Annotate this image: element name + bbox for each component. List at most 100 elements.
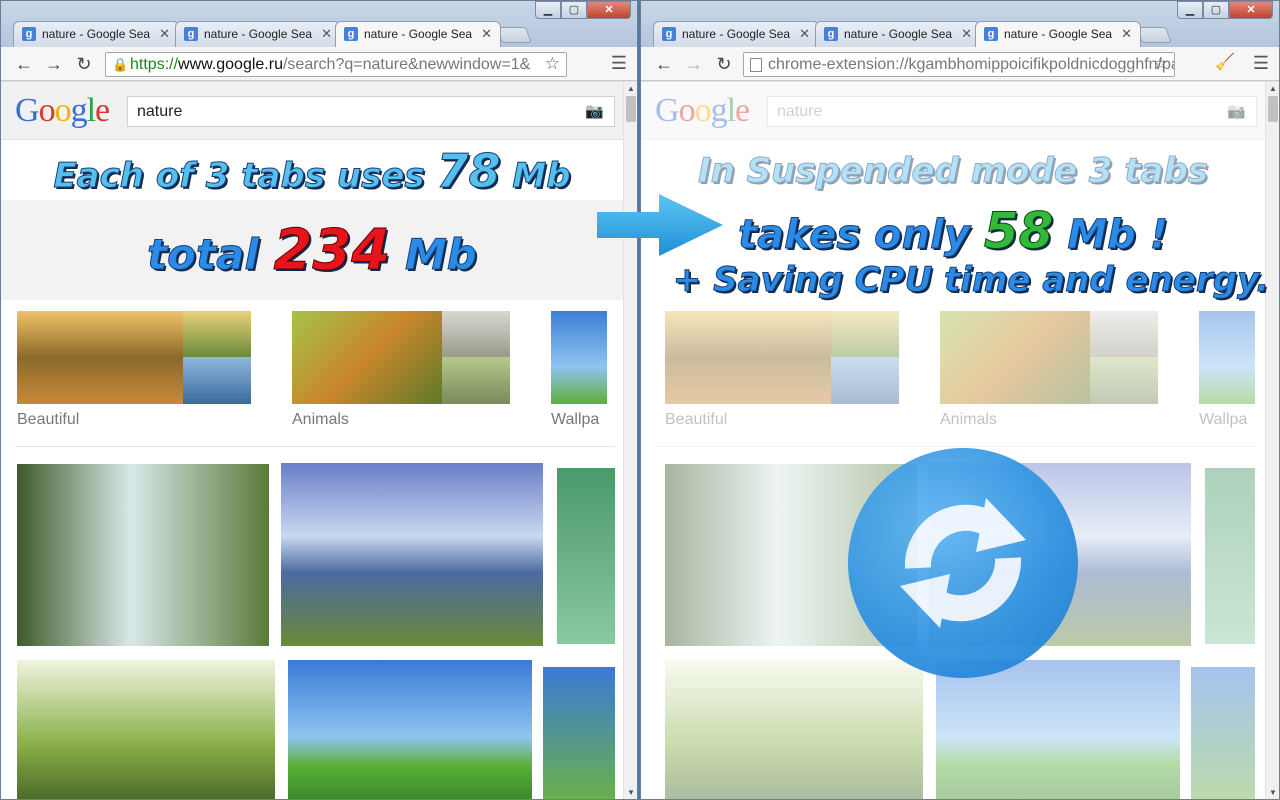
reload-icon[interactable]: ↻ (713, 53, 735, 75)
address-bar[interactable]: 🔒 https://www.google.ru/search?q=nature&… (105, 52, 567, 77)
banner-line-2: total 234 Mb (1, 218, 623, 284)
tab-close-icon[interactable]: ✕ (321, 26, 332, 42)
google-logo[interactable]: Google (655, 92, 750, 130)
scrollbar[interactable]: ▲ ▼ (623, 82, 637, 799)
banner-exclamation: ! (1149, 212, 1168, 259)
toolbar: ← → ↻ chrome-extension://kgambhomippoici… (641, 47, 1279, 81)
result-image[interactable] (557, 468, 615, 644)
tab-1[interactable]: g nature - Google Sea ✕ (653, 21, 819, 47)
new-tab-button[interactable] (1136, 27, 1172, 43)
camera-icon[interactable]: 📷 (1227, 102, 1246, 120)
category-wallpapers[interactable]: Wallpa (1199, 311, 1255, 429)
banner-number: 78 (436, 144, 501, 199)
menu-icon[interactable]: ☰ (1253, 53, 1269, 74)
menu-icon[interactable]: ☰ (611, 53, 627, 74)
left-browser-window: g nature - Google Sea ✕ g nature - Google S… (0, 0, 638, 800)
google-favicon-icon: g (22, 27, 36, 41)
banner-text: takes only (738, 212, 971, 259)
maximize-button[interactable]: ▢ (561, 1, 587, 19)
page-icon (750, 58, 762, 72)
google-favicon-icon: g (662, 27, 676, 41)
google-header: Google nature 📷 (641, 82, 1279, 140)
toolbar: ← → ↻ 🔒 https://www.google.ru/search?q=n… (1, 47, 637, 81)
maximize-button[interactable]: ▢ (1203, 1, 1229, 19)
back-arrow-icon[interactable]: ← (13, 53, 35, 75)
banner-unit: Mb (405, 230, 478, 280)
tab-close-icon[interactable]: ✕ (159, 26, 170, 42)
star-icon[interactable]: ☆ (545, 54, 560, 74)
tab-title: nature - Google Sea (42, 27, 151, 41)
category-beautiful[interactable]: Beautiful (17, 311, 251, 429)
tab-close-icon[interactable]: ✕ (799, 26, 810, 42)
category-label: Wallpa (1199, 411, 1248, 428)
category-wallpapers[interactable]: Wallpa (551, 311, 607, 429)
suspended-number: 58 (983, 202, 1054, 261)
divider (655, 446, 1257, 447)
tab-title: nature - Google Sea (364, 27, 473, 41)
category-animals[interactable]: Animals (292, 311, 510, 429)
tab-2[interactable]: g nature - Google Sea ✕ (175, 21, 341, 47)
close-window-button[interactable]: ✕ (587, 1, 631, 19)
category-label: Beautiful (17, 411, 80, 428)
banner-text: Each of 3 tabs uses (53, 156, 425, 197)
tab-3-active[interactable]: g nature - Google Sea ✕ (335, 21, 501, 47)
google-favicon-icon: g (344, 27, 358, 41)
tab-title: nature - Google Sea (844, 27, 953, 41)
forward-arrow-icon[interactable]: → (683, 53, 705, 75)
tab-close-icon[interactable]: ✕ (481, 26, 492, 42)
total-number: 234 (273, 218, 391, 284)
result-image[interactable] (281, 463, 543, 646)
refresh-arrows-icon (900, 498, 1026, 628)
banner-line-3: + Saving CPU time and energy. (641, 260, 1269, 301)
result-image[interactable] (665, 660, 923, 799)
result-image[interactable] (1191, 667, 1255, 799)
category-label: Animals (292, 411, 349, 428)
category-beautiful[interactable]: Beautiful (665, 311, 899, 429)
extension-icon[interactable]: 🧹 (1215, 52, 1235, 72)
banner-text: total (147, 230, 260, 280)
banner-text: In Suspended mode 3 tabs (697, 151, 1209, 192)
result-image[interactable] (1205, 468, 1255, 644)
google-favicon-icon: g (824, 27, 838, 41)
address-bar[interactable]: chrome-extension://kgambhomippoicifikpol… (743, 52, 1175, 77)
search-input[interactable]: nature 📷 (127, 96, 615, 127)
category-label: Beautiful (665, 411, 728, 428)
url-scheme: https:// (130, 56, 179, 73)
google-favicon-icon: g (984, 27, 998, 41)
reload-icon[interactable]: ↻ (73, 53, 95, 75)
google-header: Google nature 📷 (1, 82, 637, 140)
title-bar: g nature - Google Sea ✕ g nature - Google S… (641, 1, 1279, 47)
page-content: Google nature 📷 Each of 3 tabs uses 78 Mb… (1, 82, 637, 799)
category-label: Animals (940, 411, 997, 428)
result-image[interactable] (288, 660, 532, 799)
result-image[interactable] (17, 660, 275, 799)
google-logo[interactable]: Google (15, 92, 110, 130)
url-text: chrome-extension://kgambhomippoicifikpol… (768, 56, 1175, 73)
google-favicon-icon: g (184, 27, 198, 41)
star-icon[interactable]: ☆ (1153, 54, 1168, 74)
reload-circle-icon[interactable] (848, 448, 1078, 678)
right-browser-window: g nature - Google Sea ✕ g nature - Google S… (640, 0, 1280, 800)
minimize-button[interactable]: ▁ (1177, 1, 1203, 19)
search-value: nature (777, 103, 823, 120)
minimize-button[interactable]: ▁ (535, 1, 561, 19)
camera-icon[interactable]: 📷 (585, 102, 604, 120)
banner-line-1: In Suspended mode 3 tabs (641, 142, 1265, 200)
url-path: /search?q=nature&newwindow=1& (282, 56, 531, 73)
result-image[interactable] (543, 667, 615, 799)
back-arrow-icon[interactable]: ← (653, 53, 675, 75)
tab-3-active[interactable]: g nature - Google Sea ✕ (975, 21, 1141, 47)
result-image[interactable] (17, 464, 269, 646)
forward-arrow-icon[interactable]: → (43, 53, 65, 75)
tab-close-icon[interactable]: ✕ (961, 26, 972, 42)
tab-2[interactable]: g nature - Google Sea ✕ (815, 21, 981, 47)
result-image[interactable] (936, 660, 1180, 799)
scrollbar[interactable]: ▲ ▼ (1265, 82, 1279, 799)
category-animals[interactable]: Animals (940, 311, 1158, 429)
tab-1[interactable]: g nature - Google Sea ✕ (13, 21, 179, 47)
search-input[interactable]: nature 📷 (767, 96, 1257, 127)
banner-line-1: Each of 3 tabs uses 78 Mb (1, 142, 623, 200)
new-tab-button[interactable] (496, 27, 532, 43)
tab-close-icon[interactable]: ✕ (1121, 26, 1132, 42)
close-window-button[interactable]: ✕ (1229, 1, 1273, 19)
